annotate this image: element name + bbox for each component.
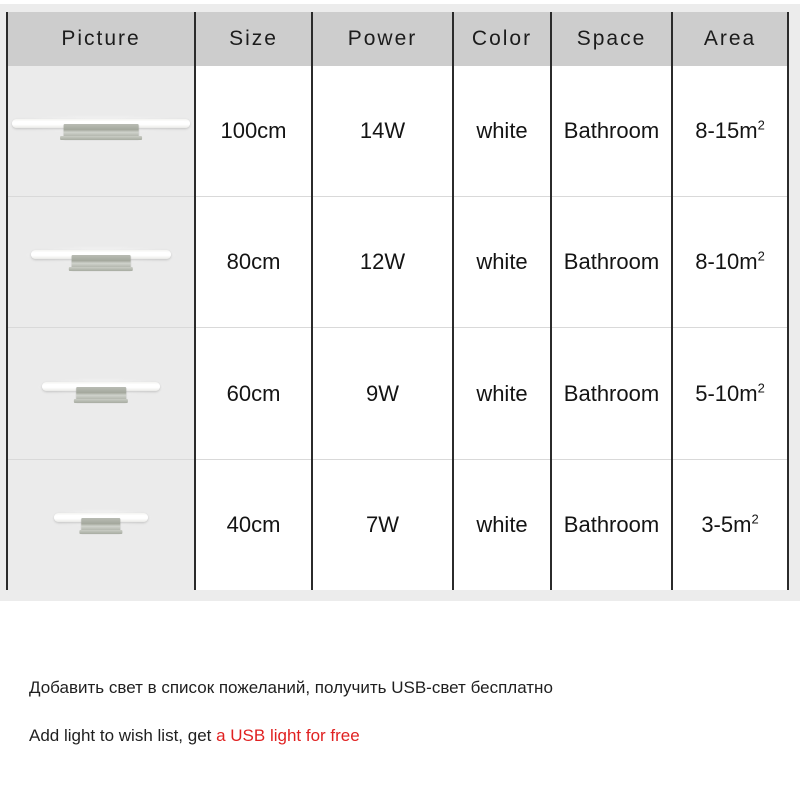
area-unit-superscript: 2 <box>751 511 759 527</box>
cell-space: Bathroom <box>551 66 673 197</box>
table-header-row: Picture Size Power Color Space Area <box>7 12 788 66</box>
area-value: 3-5m <box>701 511 752 537</box>
cell-power: 7W <box>312 458 454 590</box>
cell-color: white <box>453 458 552 590</box>
area-value: 8-15m <box>695 118 758 144</box>
table-body: 100cm 14W white Bathroom 8-15m2 80cm 12W… <box>7 66 788 590</box>
cell-color: white <box>453 196 552 328</box>
column-header-power: Power <box>312 12 454 66</box>
lamp-bracket-base <box>73 398 129 403</box>
promo-english-prefix: Add light to wish list, get <box>29 726 217 745</box>
led-bar-light-icon <box>7 111 193 151</box>
area-unit-superscript: 2 <box>757 117 765 133</box>
cell-color: white <box>453 66 552 197</box>
area-value: 5-10m <box>695 380 758 406</box>
cell-color: white <box>453 327 552 460</box>
cell-size: 100cm <box>195 66 313 197</box>
product-image-cell <box>7 196 196 328</box>
area-unit-superscript: 2 <box>757 380 765 396</box>
cell-area: 3-5m2 <box>672 458 788 590</box>
led-bar-light-icon <box>50 505 152 545</box>
lamp-bracket-base <box>79 529 123 534</box>
column-header-space: Space <box>551 12 673 66</box>
table-row: 100cm 14W white Bathroom 8-15m2 <box>7 66 788 197</box>
product-image-cell <box>7 66 196 197</box>
cell-space: Bathroom <box>551 327 673 460</box>
cell-size: 60cm <box>195 327 313 460</box>
table-row: 80cm 12W white Bathroom 8-10m2 <box>7 196 788 328</box>
promo-text-english: Add light to wish list, get a USB light … <box>0 726 360 746</box>
lamp-bracket-base <box>68 267 134 272</box>
promo-english-highlight: a USB light for free <box>216 726 360 745</box>
cell-area: 5-10m2 <box>672 327 788 460</box>
cell-space: Bathroom <box>551 196 673 328</box>
lamp-bracket-base <box>60 136 142 141</box>
column-header-color: Color <box>453 12 552 66</box>
area-value: 8-10m <box>695 249 758 275</box>
cell-space: Bathroom <box>551 458 673 590</box>
specification-table: Picture Size Power Color Space Area 100c… <box>6 12 789 590</box>
product-spec-page: Picture Size Power Color Space Area 100c… <box>0 0 800 800</box>
cell-area: 8-15m2 <box>672 66 788 197</box>
table-row: 40cm 7W white Bathroom 3-5m2 <box>7 458 788 590</box>
cell-area: 8-10m2 <box>672 196 788 328</box>
cell-size: 80cm <box>195 196 313 328</box>
cell-power: 14W <box>312 66 454 197</box>
promo-text-russian: Добавить свет в список пожеланий, получи… <box>29 678 553 697</box>
column-header-size: Size <box>195 12 313 66</box>
product-image-cell <box>7 458 196 590</box>
column-header-picture: Picture <box>7 12 196 66</box>
table-row: 60cm 9W white Bathroom 5-10m2 <box>7 327 788 460</box>
cell-power: 12W <box>312 196 454 328</box>
cell-power: 9W <box>312 327 454 460</box>
table-header: Picture Size Power Color Space Area <box>7 12 788 66</box>
product-image-cell <box>7 327 196 460</box>
cell-size: 40cm <box>195 458 313 590</box>
column-header-area: Area <box>672 12 788 66</box>
area-unit-superscript: 2 <box>757 249 765 265</box>
led-bar-light-icon <box>37 374 165 414</box>
led-bar-light-icon <box>25 242 177 282</box>
